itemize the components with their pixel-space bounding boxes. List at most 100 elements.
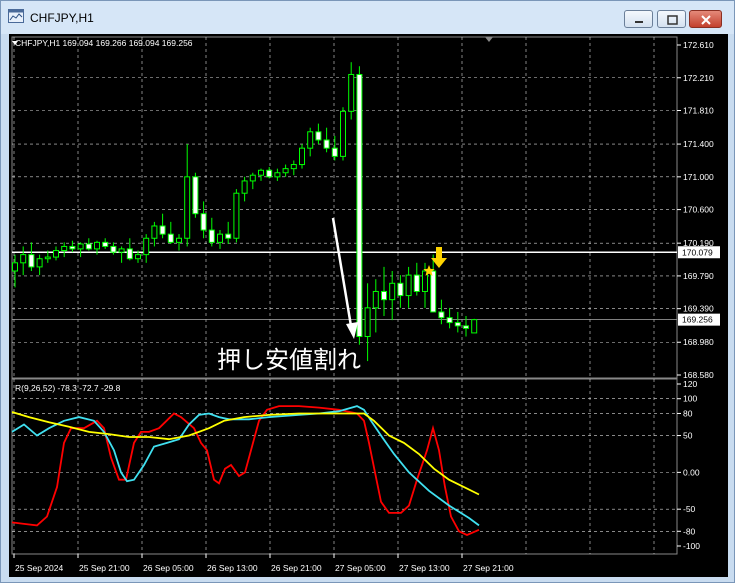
price-tick-label: 169.390 <box>683 304 714 314</box>
candle-body <box>208 229 215 243</box>
candle-body <box>94 241 100 250</box>
candle-body <box>167 233 174 243</box>
candle-body <box>331 147 338 157</box>
window-title: CHFJPY,H1 <box>30 11 94 25</box>
indicator-tick-label: 0.00 <box>683 467 700 477</box>
candle-body <box>413 274 420 292</box>
price-tick-label: 171.400 <box>683 139 714 149</box>
chart-window: CHFJPY,H1 172.610 172.210 171.810 171.400 17… <box>0 0 735 583</box>
indicator-tick-label: -100 <box>683 541 700 551</box>
price-level-tag-label: 170.079 <box>682 247 713 257</box>
annotation-arrow-line <box>331 217 354 333</box>
time-tick-label: 27 Sep 13:00 <box>399 563 450 573</box>
time-tick-label: 25 Sep 2024 <box>15 563 63 573</box>
close-icon <box>701 15 711 25</box>
candle-body <box>176 237 182 243</box>
indicator-line-r9 <box>11 405 480 536</box>
candle-body <box>299 147 305 166</box>
candle-body <box>151 225 158 239</box>
candle-body <box>463 325 469 329</box>
price-tick-label: 171.000 <box>683 172 714 182</box>
candle-body <box>397 282 404 297</box>
price-tick-label: 170.600 <box>683 205 714 215</box>
candle-body <box>200 213 207 231</box>
chart-area[interactable]: 172.610 172.210 171.810 171.400 171.000 170.6… <box>9 34 728 577</box>
indicator-tick-label: -80 <box>683 526 696 536</box>
candle-body <box>241 180 248 194</box>
indicator-tick-label: 120 <box>683 379 697 389</box>
time-tick-label: 27 Sep 05:00 <box>335 563 386 573</box>
candle-body <box>126 248 133 260</box>
candle-body <box>282 168 289 174</box>
price-tick-label: 169.790 <box>683 271 714 281</box>
candle-body <box>28 254 35 268</box>
candle-body <box>356 73 363 338</box>
candle-body <box>53 250 59 258</box>
candle-body <box>61 245 68 252</box>
candle-body <box>307 131 314 149</box>
candle-body <box>12 262 18 272</box>
candle-body <box>323 139 330 149</box>
candle-body <box>315 131 322 141</box>
candle-body <box>36 258 43 268</box>
restore-icon <box>667 15 678 25</box>
close-button[interactable] <box>689 10 722 28</box>
candle-body <box>77 243 84 250</box>
chart-window-icon <box>8 9 24 23</box>
candle-body <box>85 243 92 250</box>
candle-body <box>184 176 191 239</box>
candle-body <box>44 256 51 260</box>
indicator-line-r26 <box>11 405 480 527</box>
time-tick-label: 27 Sep 21:00 <box>463 563 514 573</box>
candle-body <box>372 290 379 309</box>
price-tick-label: 172.610 <box>683 40 714 50</box>
indicator-line-r52 <box>11 411 480 496</box>
time-tick-label: 26 Sep 05:00 <box>143 563 194 573</box>
chart-shift-marker-icon <box>485 37 493 42</box>
maximize-button[interactable] <box>657 10 686 28</box>
candle-body <box>217 233 223 243</box>
price-level-tag-label: 169.256 <box>682 315 713 325</box>
candle-body <box>258 169 264 176</box>
candle-body <box>233 192 240 239</box>
candle-body <box>340 110 346 157</box>
indicator-tick-label: 100 <box>683 394 697 404</box>
chart-canvas[interactable]: 172.610 172.210 171.810 171.400 171.000 170.6… <box>9 34 728 577</box>
candle-body <box>274 172 281 178</box>
candle-body <box>249 174 256 182</box>
candle-body <box>405 274 412 297</box>
indicator-plot-frame <box>11 378 678 555</box>
chart-header: CHFJPY,H1 169.094 169.266 169.094 169.25… <box>15 38 193 48</box>
time-tick-label: 25 Sep 21:00 <box>79 563 130 573</box>
price-tick-label: 171.810 <box>683 106 714 116</box>
candle-body <box>266 169 273 178</box>
candle-body <box>438 311 445 319</box>
main-plot-frame <box>11 36 678 379</box>
candle-body <box>118 248 125 253</box>
candle-body <box>143 237 150 256</box>
candle-body <box>364 307 371 338</box>
candle-body <box>20 254 27 264</box>
candle-body <box>348 73 355 112</box>
time-tick-label: 26 Sep 13:00 <box>207 563 258 573</box>
minimize-button[interactable] <box>624 10 653 28</box>
time-tick-label: 26 Sep 21:00 <box>271 563 322 573</box>
annotation-arrow-head <box>346 322 358 339</box>
signal-arrow-shaft <box>436 247 442 259</box>
candle-body <box>102 241 109 247</box>
candle-body <box>192 176 199 215</box>
candle-body <box>389 282 396 301</box>
candle-body <box>381 290 387 301</box>
indicator-tick-label: -50 <box>683 504 696 514</box>
candle-body <box>225 233 232 239</box>
candle-body <box>110 245 117 253</box>
title-bar[interactable]: CHFJPY,H1 <box>1 1 734 34</box>
candle-body <box>446 317 453 324</box>
candle-body <box>159 225 166 235</box>
annotation-text: 押し安値割れ <box>217 346 361 374</box>
candle-body <box>135 254 141 260</box>
candle-body <box>69 245 76 250</box>
price-tick-label: 168.980 <box>683 337 714 347</box>
candle-body <box>290 164 297 170</box>
candle-body <box>471 319 478 334</box>
